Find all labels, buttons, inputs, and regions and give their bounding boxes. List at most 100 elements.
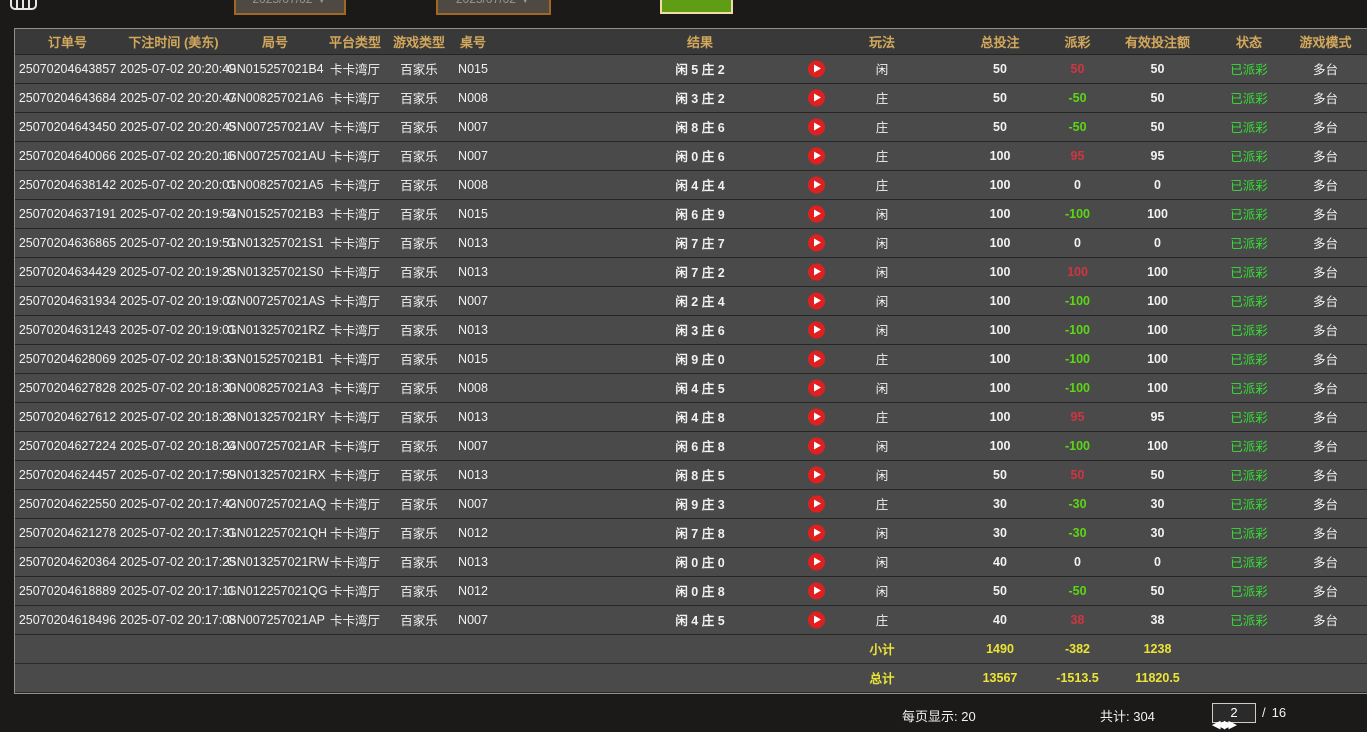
cell-table-no: N008 [451,170,495,199]
cell-platform: 卡卡湾厅 [323,54,387,83]
play-icon[interactable] [808,350,825,367]
cell-result: 闲 4 庄 8 [495,402,853,431]
cell-valid-bet: 100 [1100,257,1215,286]
subtotal-spacer-right [1215,634,1367,663]
cell-bet-time: 2025-07-02 20:17:42 [120,489,227,518]
cell-bet-time: 2025-07-02 20:18:24 [120,431,227,460]
play-icon[interactable] [808,321,825,338]
play-icon[interactable] [808,292,825,309]
result-text: 闲 0 庄 8 [675,585,724,599]
subtotal-label: 小计 [853,634,945,663]
cell-round-no: GN013257021RW [227,547,323,576]
play-icon[interactable] [808,408,825,425]
play-icon[interactable] [808,234,825,251]
cell-result: 闲 7 庄 8 [495,518,853,547]
table-row: 25070204640066 2025-07-02 20:20:16 GN007… [15,141,1367,170]
cell-status: 已派彩 [1215,373,1283,402]
cell-play: 闲 [853,518,945,547]
result-text: 闲 5 庄 2 [675,63,724,77]
cell-round-no: GN008257021A6 [227,83,323,112]
cell-result: 闲 2 庄 4 [495,286,853,315]
prev-page-icon[interactable]: ◀ [1212,715,1220,732]
calendar-icon[interactable] [10,0,37,10]
cell-game-mode: 多台 [1283,431,1367,460]
cell-total-bet: 30 [945,489,1055,518]
cell-bet-time: 2025-07-02 20:19:25 [120,257,227,286]
search-button[interactable] [660,0,733,14]
play-icon[interactable] [808,89,825,106]
col-order-no: 订单号 [15,29,120,54]
cell-game-type: 百家乐 [387,257,451,286]
play-icon[interactable] [808,495,825,512]
cell-valid-bet: 0 [1100,170,1215,199]
cell-total-bet: 100 [945,402,1055,431]
play-icon[interactable] [808,466,825,483]
table-row: 25070204627828 2025-07-02 20:18:30 GN008… [15,373,1367,402]
cell-payout: -100 [1055,315,1100,344]
play-icon[interactable] [808,524,825,541]
date-from-picker[interactable]: 2025/07/02 ▼ [234,0,346,15]
play-icon[interactable] [808,147,825,164]
cell-platform: 卡卡湾厅 [323,257,387,286]
play-icon[interactable] [808,263,825,280]
cell-table-no: N007 [451,141,495,170]
cell-total-bet: 50 [945,54,1055,83]
col-table-no: 桌号 [451,29,495,54]
cell-game-type: 百家乐 [387,83,451,112]
cell-order-no: 25070204637191 [15,199,120,228]
cell-round-no: GN007257021AQ [227,489,323,518]
cell-status: 已派彩 [1215,489,1283,518]
table-row: 25070204618889 2025-07-02 20:17:11 GN012… [15,576,1367,605]
cell-bet-time: 2025-07-02 20:17:25 [120,547,227,576]
cell-order-no: 25070204620364 [15,547,120,576]
cell-bet-time: 2025-07-02 20:17:08 [120,605,227,634]
cell-result: 闲 4 庄 5 [495,373,853,402]
cell-play: 闲 [853,431,945,460]
subtotal-payout: -382 [1055,634,1100,663]
cell-game-type: 百家乐 [387,199,451,228]
table-row: 25070204643450 2025-07-02 20:20:45 GN007… [15,112,1367,141]
table-row: 25070204637191 2025-07-02 20:19:54 GN015… [15,199,1367,228]
cell-table-no: N007 [451,605,495,634]
cell-round-no: GN007257021AP [227,605,323,634]
cell-order-no: 25070204621278 [15,518,120,547]
cell-platform: 卡卡湾厅 [323,431,387,460]
cell-platform: 卡卡湾厅 [323,547,387,576]
play-icon[interactable] [808,118,825,135]
cell-status: 已派彩 [1215,518,1283,547]
cell-round-no: GN007257021AR [227,431,323,460]
date-to-picker[interactable]: 2025/07/02 ▼ [436,0,551,15]
cell-play: 闲 [853,576,945,605]
play-icon[interactable] [808,553,825,570]
cell-status: 已派彩 [1215,286,1283,315]
cell-play: 闲 [853,199,945,228]
play-icon[interactable] [808,176,825,193]
per-page-label: 每页显示: 20 [902,706,976,725]
table-row: 25070204643857 2025-07-02 20:20:49 GN015… [15,54,1367,83]
cell-payout: 50 [1055,460,1100,489]
grand-total-spacer [15,663,853,692]
cell-round-no: GN007257021AS [227,286,323,315]
last-page-icon[interactable]: ▶▶ [1224,715,1233,732]
cell-round-no: GN012257021QG [227,576,323,605]
cell-play: 庄 [853,402,945,431]
play-icon[interactable] [808,60,825,77]
cell-order-no: 25070204640066 [15,141,120,170]
cell-total-bet: 100 [945,286,1055,315]
cell-game-type: 百家乐 [387,431,451,460]
play-icon[interactable] [808,205,825,222]
cell-result: 闲 3 庄 2 [495,83,853,112]
cell-payout: -30 [1055,489,1100,518]
play-icon[interactable] [808,379,825,396]
play-icon[interactable] [808,611,825,628]
cell-status: 已派彩 [1215,315,1283,344]
table-row: 25070204624457 2025-07-02 20:17:59 GN013… [15,460,1367,489]
cell-game-type: 百家乐 [387,344,451,373]
cell-payout: 100 [1055,257,1100,286]
cell-game-type: 百家乐 [387,518,451,547]
play-icon[interactable] [808,582,825,599]
result-text: 闲 0 庄 0 [675,556,724,570]
play-icon[interactable] [808,437,825,454]
cell-bet-time: 2025-07-02 20:20:47 [120,83,227,112]
cell-payout: -100 [1055,199,1100,228]
